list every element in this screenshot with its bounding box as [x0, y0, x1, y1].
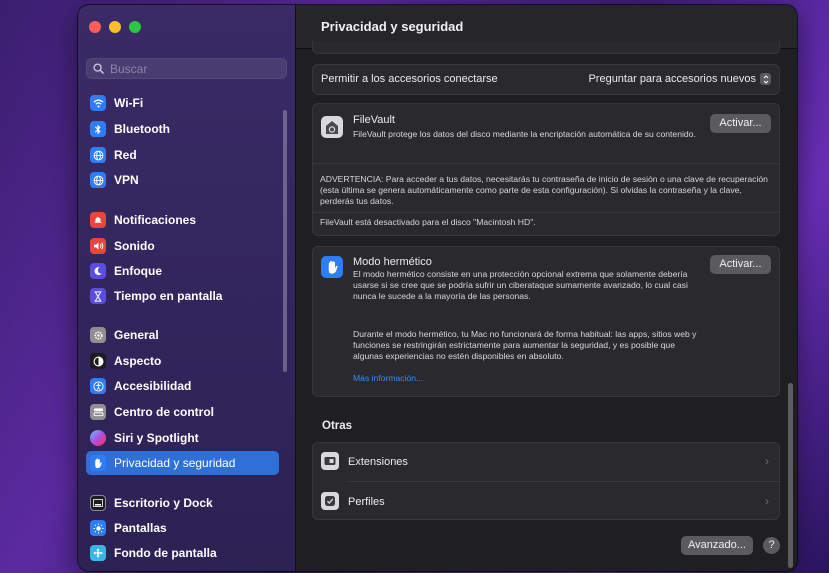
lockdown-activate-button[interactable]: Activar... — [710, 255, 771, 274]
moon-icon — [90, 263, 106, 279]
previous-card — [312, 41, 780, 54]
filevault-warning: ADVERTENCIA: Para acceder a tus datos, n… — [320, 174, 768, 206]
sidebar-item-displays[interactable]: Pantallas — [86, 516, 273, 540]
hand-icon — [90, 455, 106, 471]
accessibility-icon — [90, 378, 106, 394]
sidebar-item-label: Privacidad y seguridad — [114, 456, 236, 470]
lockdown-description: El modo hermético consiste en una protec… — [353, 269, 688, 301]
others-heading: Otras — [322, 420, 353, 432]
sidebar-item-label: Bluetooth — [114, 122, 170, 136]
wallpaper-icon — [90, 545, 106, 561]
lockdown-hand-icon — [321, 256, 343, 278]
sidebar: Wi-Fi Bluetooth Red VPN — [78, 5, 296, 571]
filevault-activate-button[interactable]: Activar... — [710, 114, 771, 133]
profiles-icon — [321, 492, 339, 510]
sidebar-item-general[interactable]: General — [86, 323, 273, 347]
advanced-button[interactable]: Avanzado... — [681, 536, 753, 555]
sidebar-item-network[interactable]: Red — [86, 143, 273, 167]
sidebar-item-label: Pantallas — [114, 521, 167, 535]
close-button[interactable] — [89, 21, 101, 33]
sidebar-item-desktop-dock[interactable]: Escritorio y Dock — [86, 491, 273, 515]
lockdown-detail: Durante el modo hermético, tu Mac no fun… — [353, 329, 697, 361]
search-field[interactable] — [86, 58, 287, 79]
sidebar-item-wifi[interactable]: Wi-Fi — [86, 91, 273, 115]
sidebar-item-siri[interactable]: Siri y Spotlight — [86, 426, 273, 450]
sidebar-item-privacy[interactable]: Privacidad y seguridad — [86, 451, 279, 475]
minimize-button[interactable] — [109, 21, 121, 33]
appearance-icon — [90, 353, 106, 369]
sidebar-item-label: Aspecto — [114, 354, 162, 368]
updown-chevron-icon — [760, 73, 771, 85]
sidebar-item-label: Tiempo en pantalla — [114, 289, 223, 303]
chevron-right-icon: › — [765, 454, 769, 468]
filevault-icon — [321, 116, 343, 138]
filevault-status: FileVault está desactivado para el disco… — [320, 217, 536, 227]
accessories-label: Permitir a los accesorios conectarse — [321, 73, 498, 85]
extensions-row[interactable]: Extensiones › — [313, 443, 779, 482]
wifi-icon — [90, 95, 106, 111]
sidebar-item-label: Red — [114, 148, 137, 162]
divider — [313, 212, 779, 213]
sidebar-item-label: Siri y Spotlight — [114, 431, 199, 445]
sidebar-item-label: Fondo de pantalla — [114, 546, 217, 560]
profiles-label: Perfiles — [348, 496, 385, 508]
lockdown-learn-more-link[interactable]: Más información... — [353, 373, 423, 384]
sun-icon — [90, 520, 106, 536]
bluetooth-icon — [90, 121, 106, 137]
bell-icon — [90, 212, 106, 228]
sidebar-item-sound[interactable]: Sonido — [86, 234, 273, 258]
sidebar-item-appearance[interactable]: Aspecto — [86, 349, 273, 373]
accessories-row: Permitir a los accesorios conectarse Pre… — [312, 64, 780, 95]
sidebar-item-label: Centro de control — [114, 405, 215, 419]
divider — [313, 163, 779, 164]
main-scrollbar[interactable] — [788, 383, 793, 568]
sidebar-item-label: Wi-Fi — [114, 96, 144, 110]
settings-window: Wi-Fi Bluetooth Red VPN — [78, 5, 797, 571]
control-center-icon — [90, 404, 106, 420]
sidebar-item-label: Escritorio y Dock — [114, 496, 213, 510]
extensions-label: Extensiones — [348, 456, 408, 468]
sidebar-item-label: VPN — [114, 173, 139, 187]
vpn-globe-icon — [90, 172, 106, 188]
sidebar-item-label: General — [114, 328, 159, 342]
lockdown-title: Modo hermético — [353, 256, 432, 268]
filevault-description: FileVault protege los datos del disco me… — [353, 129, 696, 139]
sidebar-item-vpn[interactable]: VPN — [86, 168, 273, 192]
sidebar-item-accessibility[interactable]: Accesibilidad — [86, 374, 273, 398]
filevault-card: FileVault FileVault protege los datos de… — [312, 103, 780, 236]
globe-icon — [90, 147, 106, 163]
sidebar-item-wallpaper[interactable]: Fondo de pantalla — [86, 541, 273, 565]
profiles-row[interactable]: Perfiles › — [313, 482, 779, 521]
others-list: Extensiones › Perfiles › — [312, 442, 780, 520]
sidebar-scrollbar[interactable] — [283, 110, 287, 372]
page-title: Privacidad y seguridad — [321, 19, 464, 34]
search-input[interactable] — [108, 60, 282, 77]
filevault-title: FileVault — [353, 114, 395, 126]
sidebar-item-label: Enfoque — [114, 264, 162, 278]
main-panel: Privacidad y seguridad Permitir a los ac… — [296, 5, 797, 571]
sidebar-item-bluetooth[interactable]: Bluetooth — [86, 117, 273, 141]
sidebar-item-notifications[interactable]: Notificaciones — [86, 208, 273, 232]
zoom-button[interactable] — [129, 21, 141, 33]
search-icon — [93, 63, 104, 74]
window-controls — [89, 21, 141, 33]
sidebar-item-control-center[interactable]: Centro de control — [86, 400, 273, 424]
extensions-icon — [321, 452, 339, 470]
sidebar-item-screen-time[interactable]: Tiempo en pantalla — [86, 284, 273, 308]
siri-icon — [90, 430, 106, 446]
sidebar-item-label: Sonido — [114, 239, 155, 253]
accessories-select[interactable]: Preguntar para accesorios nuevos — [588, 73, 771, 85]
lockdown-card: Modo hermético El modo hermético consist… — [312, 246, 780, 397]
sidebar-item-focus[interactable]: Enfoque — [86, 259, 273, 283]
accessories-select-value: Preguntar para accesorios nuevos — [588, 73, 756, 85]
sidebar-item-label: Notificaciones — [114, 213, 197, 227]
help-button[interactable]: ? — [763, 537, 780, 554]
sidebar-item-label: Accesibilidad — [114, 379, 192, 393]
chevron-right-icon: › — [765, 494, 769, 508]
dock-icon — [90, 495, 106, 511]
speaker-icon — [90, 238, 106, 254]
gear-icon — [90, 327, 106, 343]
hourglass-icon — [90, 288, 106, 304]
